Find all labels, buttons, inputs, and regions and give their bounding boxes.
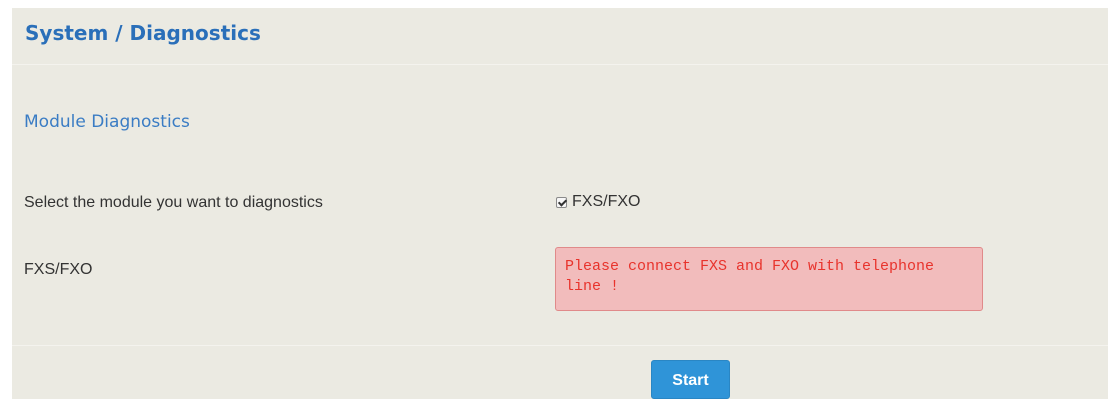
diagnostics-panel: System / Diagnostics Module Diagnostics … [12,8,1108,399]
footer-divider [12,345,1108,346]
fxs-fxo-result-label: FXS/FXO [24,261,93,278]
fxs-fxo-result-message: Please connect FXS and FXO with telephon… [555,247,983,311]
page-title: System / Diagnostics [25,21,261,45]
select-module-label: Select the module you want to diagnostic… [24,194,323,211]
page-header: System / Diagnostics [12,8,1108,65]
fxs-fxo-checkbox[interactable] [556,196,567,208]
fxs-fxo-checkbox-label: FXS/FXO [572,193,641,210]
section-title: Module Diagnostics [24,112,190,132]
start-button[interactable]: Start [651,360,730,399]
fxs-fxo-checkbox-option[interactable]: FXS/FXO [556,193,640,211]
